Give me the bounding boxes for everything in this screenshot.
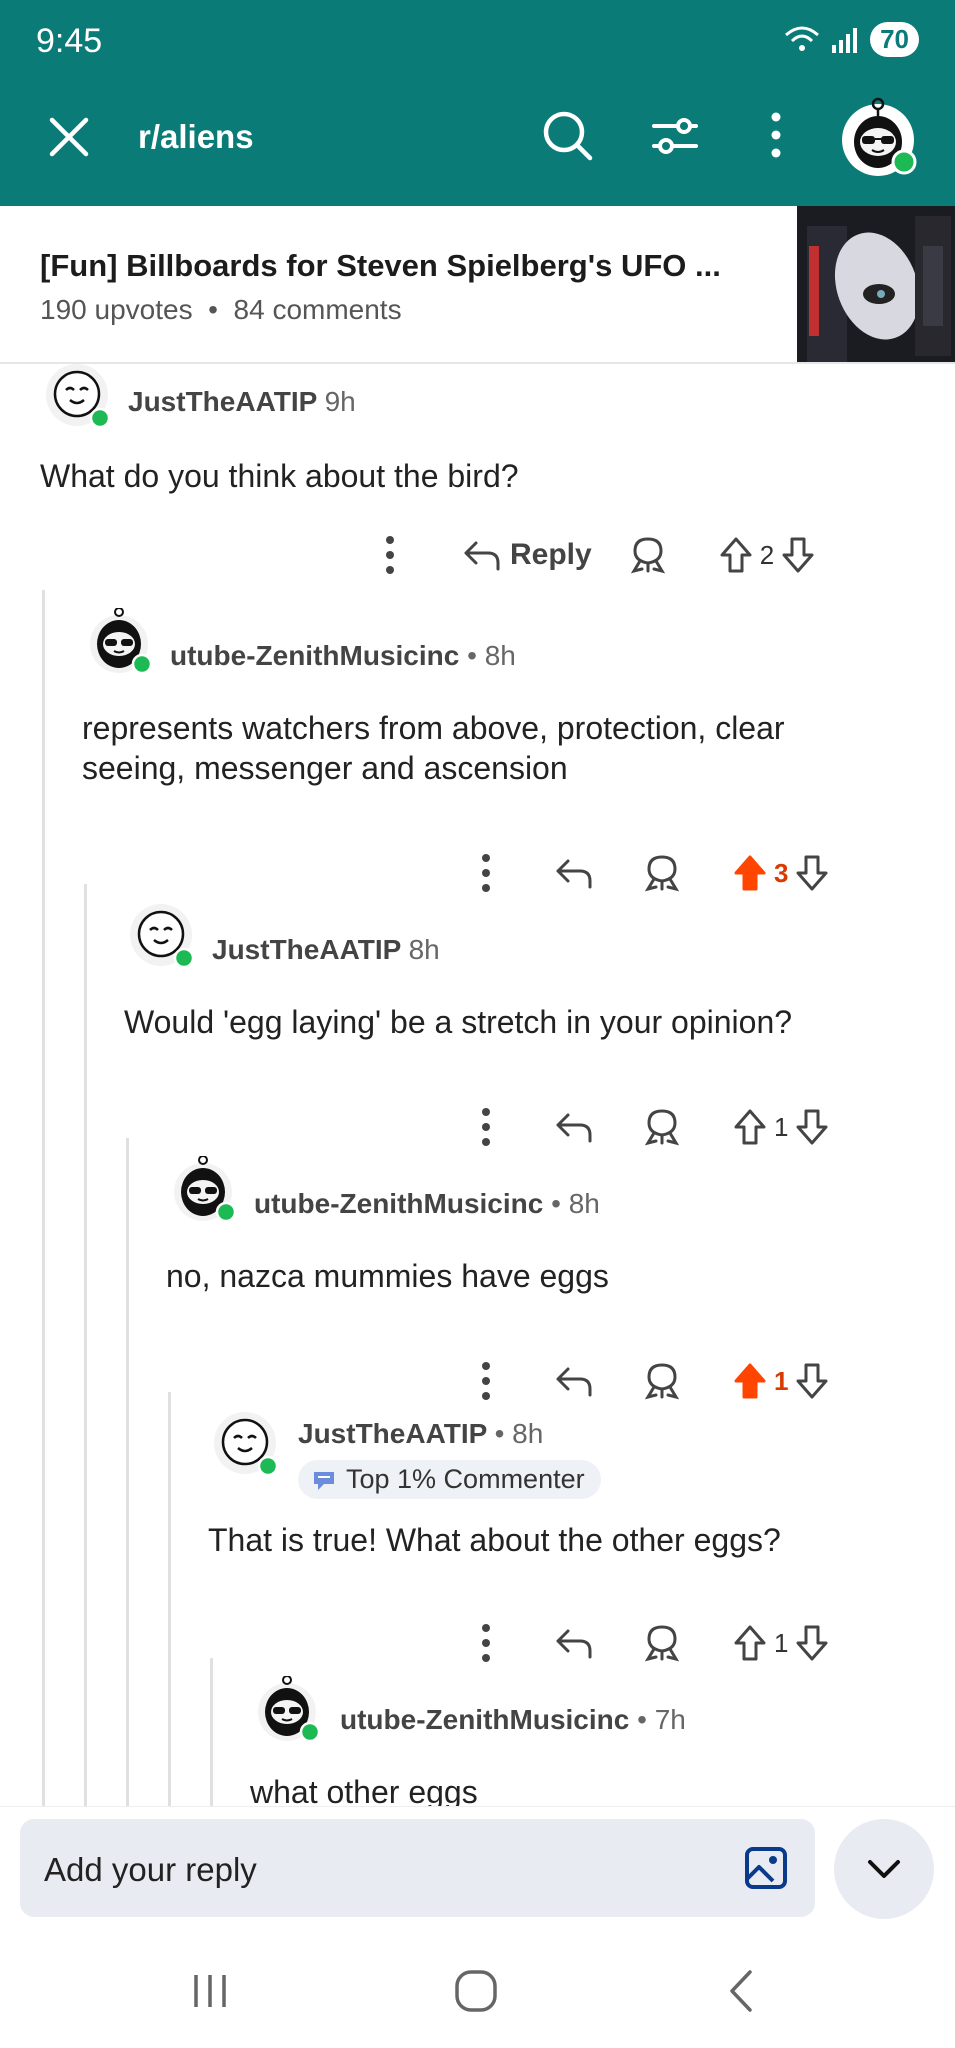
comment: utube-ZenithMusicinc • 8h no, nazca mumm… (0, 1138, 955, 1400)
wifi-icon (785, 26, 820, 51)
avatar[interactable] (212, 1410, 278, 1476)
more-options-icon[interactable] (370, 528, 410, 582)
upvote-icon[interactable] (730, 1623, 770, 1663)
post-thumbnail[interactable] (797, 206, 955, 362)
avatar[interactable] (128, 902, 194, 968)
badge-label: Top 1% Commenter (346, 1464, 585, 1494)
post-title[interactable]: [Fun] Billboards for Steven Spielberg's … (40, 248, 760, 284)
comment: utube-ZenithMusicinc • 7h what other egg… (0, 1658, 955, 1806)
battery-level: 70 (870, 22, 919, 57)
award-icon[interactable] (642, 1623, 682, 1663)
reply-input[interactable]: Add your reply (20, 1819, 815, 1917)
comment-author[interactable]: JustTheAATIP 8h (212, 934, 440, 966)
home-icon (455, 1970, 497, 2012)
award-icon[interactable] (628, 535, 668, 575)
top-app-bar: 9:45 70 r/aliens (0, 0, 955, 206)
chevron-down-icon (868, 1860, 900, 1878)
more-options-icon[interactable] (756, 108, 796, 162)
subreddit-title[interactable]: r/aliens (138, 118, 254, 156)
comment-body: no, nazca mummies have eggs (166, 1258, 609, 1294)
home-button[interactable] (446, 1966, 506, 2016)
status-icons: 70 (784, 22, 919, 57)
comment: JustTheAATIP 8h Would 'egg laying' be a … (0, 884, 955, 1146)
avatar[interactable] (170, 1156, 236, 1222)
comment-author[interactable]: JustTheAATIP 9h (128, 386, 356, 418)
vote-count: 2 (759, 539, 775, 570)
comment-body: What do you think about the bird? (40, 458, 519, 494)
billboard-image (797, 206, 955, 362)
comment-author[interactable]: utube-ZenithMusicinc • 8h (170, 640, 516, 672)
back-icon (730, 1970, 752, 2012)
close-icon[interactable] (44, 112, 94, 162)
meta-separator: • (208, 294, 218, 325)
comment: utube-ZenithMusicinc • 8h represents wat… (0, 590, 955, 892)
comment-time: • 8h (494, 1418, 544, 1449)
search-icon[interactable] (540, 108, 594, 162)
comment-author[interactable]: utube-ZenithMusicinc • 7h (340, 1704, 686, 1736)
reply-icon (464, 541, 500, 571)
collapse-button[interactable] (834, 1819, 934, 1919)
sort-filter-icon[interactable] (648, 108, 702, 162)
reply-button[interactable]: Reply (462, 535, 592, 575)
system-nav-bar (0, 1926, 955, 2048)
vote-count: 1 (774, 1627, 789, 1658)
comment-author[interactable]: utube-ZenithMusicinc • 8h (254, 1188, 600, 1220)
comment-actions: Reply 2 (370, 528, 818, 582)
comment-body: represents watchers from above, protecti… (82, 710, 785, 786)
comment-time: 8h (408, 934, 440, 965)
comment: JustTheAATIP • 8h Top 1% Commenter That … (0, 1392, 955, 1662)
comment-body: Would 'egg laying' be a stretch in your … (124, 1004, 793, 1040)
comment-author[interactable]: JustTheAATIP • 8h (298, 1418, 543, 1450)
reply-icon[interactable] (554, 1623, 594, 1663)
downvote-icon[interactable] (778, 535, 818, 575)
avatar[interactable] (86, 608, 152, 674)
post-header[interactable]: [Fun] Billboards for Steven Spielberg's … (0, 206, 955, 364)
comment-time: • 8h (551, 1188, 600, 1219)
reply-bar: Add your reply (0, 1806, 955, 1927)
comment-time: 9h (324, 386, 356, 417)
recent-apps-button[interactable] (180, 1966, 240, 2016)
comment-time: • 7h (637, 1704, 686, 1735)
signal-icon (832, 27, 858, 53)
comment-body: That is true! What about the other eggs? (208, 1522, 781, 1558)
status-time: 9:45 (36, 22, 103, 60)
image-attach-icon[interactable] (743, 1845, 789, 1891)
recent-apps-icon (194, 1975, 226, 2007)
upvote-count: 190 upvotes (40, 294, 193, 325)
back-button[interactable] (712, 1966, 772, 2016)
reply-placeholder: Add your reply (44, 1851, 257, 1888)
avatar[interactable] (44, 362, 110, 428)
reply-label: Reply (510, 538, 592, 571)
comment-time: • 8h (467, 640, 516, 671)
upvote-icon[interactable] (716, 535, 756, 575)
top-commenter-badge[interactable]: Top 1% Commenter (298, 1460, 601, 1499)
downvote-icon[interactable] (792, 1623, 832, 1663)
comment: JustTheAATIP 9h What do you think about … (0, 362, 955, 590)
comment-body: what other eggs (250, 1774, 478, 1806)
post-meta: 190 upvotes • 84 comments (40, 294, 402, 326)
comment-count: 84 comments (233, 294, 402, 325)
user-avatar[interactable] (838, 96, 918, 176)
avatar[interactable] (254, 1676, 320, 1742)
badge-icon (314, 1471, 334, 1490)
